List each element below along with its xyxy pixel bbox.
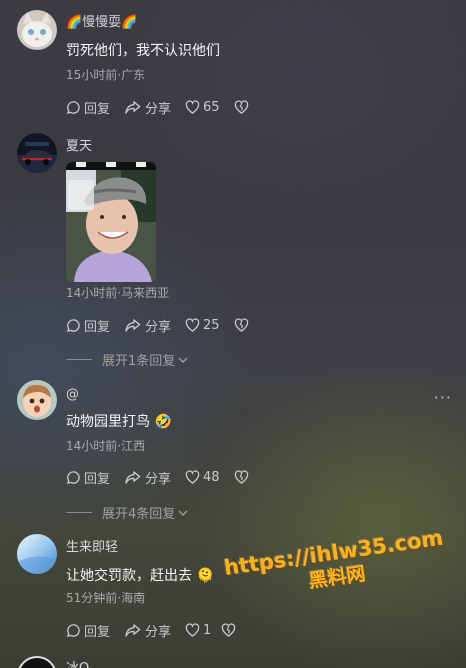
comment-username[interactable]: @ <box>66 386 446 404</box>
share-label: 分享 <box>145 624 172 640</box>
share-icon <box>125 318 141 332</box>
divider <box>66 359 92 360</box>
broken-heart-icon <box>234 470 248 484</box>
reply-label: 回复 <box>84 101 111 117</box>
reply-button[interactable]: 回复 <box>66 468 110 487</box>
avatar[interactable] <box>17 656 57 668</box>
dislike-button[interactable] <box>234 318 252 332</box>
comment-actions: 回复 分享 65 <box>66 98 446 117</box>
share-button[interactable]: 分享 <box>124 316 171 335</box>
dislike-button[interactable] <box>234 100 252 114</box>
avatar[interactable] <box>17 10 57 50</box>
share-icon <box>125 470 141 484</box>
expand-replies-label: 展开4条回复 <box>102 507 176 522</box>
heart-icon <box>185 623 200 637</box>
comment-username[interactable]: 冰Q <box>66 660 446 668</box>
reply-label: 回复 <box>84 471 111 487</box>
dislike-button[interactable] <box>234 470 252 484</box>
share-label: 分享 <box>145 101 172 117</box>
heart-icon <box>185 318 200 332</box>
like-count: 48 <box>203 469 220 485</box>
share-label: 分享 <box>145 471 172 487</box>
chevron-down-icon <box>178 357 188 363</box>
comment-actions: 回复 分享 48 <box>66 468 446 487</box>
expand-replies-label: 展开1条回复 <box>102 354 176 369</box>
broken-heart-icon <box>234 318 248 332</box>
comment-username[interactable]: 🌈慢慢耍🌈 <box>66 14 446 32</box>
comment-meta: 14小时前·马来西亚 <box>66 286 170 300</box>
reply-button[interactable]: 回复 <box>66 621 110 640</box>
share-button[interactable]: 分享 <box>124 98 171 117</box>
comment-text: 罚死他们，我不认识他们 <box>66 43 220 59</box>
share-icon <box>125 100 141 114</box>
like-count: 25 <box>203 317 220 333</box>
comment-image[interactable] <box>66 162 156 282</box>
reply-icon <box>66 318 80 332</box>
comment-username[interactable]: 夏天 <box>66 138 446 156</box>
expand-replies-button[interactable]: 展开4条回复 <box>66 503 189 522</box>
expand-replies-button[interactable]: 展开1条回复 <box>66 350 189 369</box>
avatar[interactable] <box>17 133 57 173</box>
comment-meta: 15小时前·广东 <box>66 68 146 82</box>
reply-label: 回复 <box>84 624 111 640</box>
like-button[interactable]: 65 <box>185 100 220 115</box>
reply-button[interactable]: 回复 <box>66 98 110 117</box>
like-count: 65 <box>203 99 220 115</box>
broken-heart-icon <box>222 623 236 637</box>
like-button[interactable]: 48 <box>185 470 220 485</box>
comment-meta: 14小时前·江西 <box>66 439 146 453</box>
reply-label: 回复 <box>84 319 111 335</box>
avatar[interactable] <box>17 380 57 420</box>
like-button[interactable]: 1 <box>185 623 211 638</box>
heart-icon <box>185 470 200 484</box>
share-icon <box>125 623 141 637</box>
share-button[interactable]: 分享 <box>124 468 171 487</box>
reply-icon <box>66 623 80 637</box>
comment-text: 动物园里打鸟 🤣 <box>66 414 172 430</box>
reply-icon <box>66 100 80 114</box>
dislike-button[interactable] <box>221 623 239 637</box>
heart-icon <box>185 100 200 114</box>
avatar[interactable] <box>17 534 57 574</box>
like-button[interactable]: 25 <box>185 318 220 333</box>
chevron-down-icon <box>178 510 188 516</box>
like-count: 1 <box>203 622 212 638</box>
comment-actions: 回复 分享 1 <box>66 621 446 640</box>
broken-heart-icon <box>234 100 248 114</box>
divider <box>66 512 92 513</box>
share-label: 分享 <box>145 319 172 335</box>
share-button[interactable]: 分享 <box>124 621 171 640</box>
reply-button[interactable]: 回复 <box>66 316 110 335</box>
comment-actions: 回复 分享 25 <box>66 316 446 335</box>
reply-icon <box>66 470 80 484</box>
